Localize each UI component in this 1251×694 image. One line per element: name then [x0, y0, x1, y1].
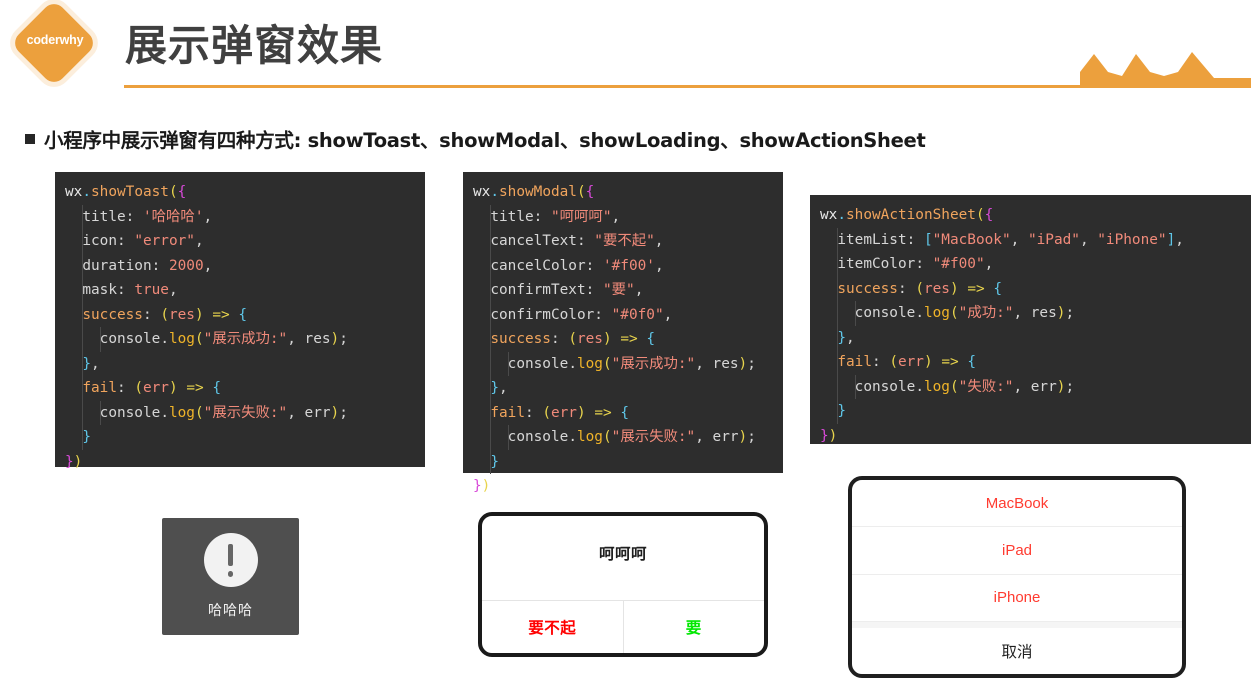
code-line: title: '哈哈哈',	[65, 204, 425, 229]
action-sheet-preview: MacBook iPad iPhone 取消	[848, 476, 1186, 678]
bullet-square-icon	[25, 133, 35, 144]
code-line: }	[820, 399, 1251, 424]
code-line: },	[65, 351, 425, 376]
action-sheet-cancel-button[interactable]: 取消	[852, 628, 1182, 674]
code-line: console.log("展示失败:", err);	[65, 400, 425, 425]
modal-preview: 呵呵呵 要不起 要	[478, 512, 768, 657]
code-line: wx.showActionSheet({	[820, 207, 994, 223]
code-line: console.log("展示成功:", res);	[65, 327, 425, 352]
title-underline	[124, 85, 1144, 88]
code-line: confirmText: "要",	[473, 278, 783, 303]
code-line: console.log("成功:", res);	[820, 301, 1251, 326]
bullet-text: 小程序中展示弹窗有四种方式: showToast、showModal、showL…	[44, 129, 926, 152]
code-line: confirmColor: "#0f0",	[473, 302, 783, 327]
coderwhy-logo-label: coderwhy	[26, 33, 84, 47]
code-line: })	[65, 453, 83, 470]
code-line: cancelText: "要不起",	[473, 229, 783, 254]
code-line: wx.showToast({	[65, 184, 187, 200]
code-line: })	[820, 427, 838, 444]
code-block-show-action-sheet: wx.showActionSheet({ itemList: ["MacBook…	[810, 195, 1251, 444]
code-block-show-modal: wx.showModal({ title: "呵呵呵", cancelText:…	[463, 172, 783, 494]
code-line: console.log("失败:", err);	[820, 374, 1251, 399]
code-line: fail: (err) => {	[65, 376, 425, 401]
code-line: },	[820, 325, 1251, 350]
modal-buttons: 要不起 要	[482, 600, 764, 653]
code-line: duration: 2000,	[65, 253, 425, 278]
bullet-row: 小程序中展示弹窗有四种方式: showToast、showModal、showL…	[25, 124, 926, 153]
code-line: })	[473, 478, 491, 494]
exclamation-bar	[228, 544, 233, 566]
code-line: success: (res) => {	[473, 327, 783, 352]
code-line: wx.showModal({	[473, 184, 595, 200]
mountains-decoration-icon	[1080, 52, 1251, 88]
action-sheet-item-iphone[interactable]: iPhone	[852, 575, 1182, 622]
code-line: success: (res) => {	[820, 276, 1251, 301]
code-line: fail: (err) => {	[473, 400, 783, 425]
page-title: 展示弹窗效果	[125, 21, 384, 70]
toast-preview: 哈哈哈	[162, 518, 299, 635]
action-sheet-item-ipad[interactable]: iPad	[852, 527, 1182, 575]
action-sheet-item-macbook[interactable]: MacBook	[852, 480, 1182, 528]
toast-title: 哈哈哈	[208, 603, 253, 619]
code-line: mask: true,	[65, 278, 425, 303]
code-line: itemColor: "#f00",	[820, 252, 1251, 277]
error-exclamation-icon	[203, 533, 258, 587]
modal-title: 呵呵呵	[598, 545, 647, 563]
code-line: console.log("展示成功:", res);	[473, 351, 783, 376]
code-line: console.log("展示失败:", err);	[473, 425, 783, 450]
code-line: itemList: ["MacBook", "iPad", "iPhone"],	[820, 227, 1251, 252]
code-line: fail: (err) => {	[820, 350, 1251, 375]
modal-body: 呵呵呵	[482, 516, 764, 600]
code-line: success: (res) => {	[65, 302, 425, 327]
modal-cancel-button[interactable]: 要不起	[482, 601, 623, 653]
code-line: cancelColor: '#f00',	[473, 253, 783, 278]
code-line: },	[473, 376, 783, 401]
exclamation-dot	[227, 571, 234, 577]
slide-header: coderwhy 展示弹窗效果	[0, 0, 1251, 100]
code-line: icon: "error",	[65, 229, 425, 254]
code-block-show-toast: wx.showToast({ title: '哈哈哈', icon: "erro…	[55, 172, 425, 470]
code-line: title: "呵呵呵",	[473, 204, 783, 229]
modal-confirm-button[interactable]: 要	[622, 601, 765, 653]
code-line: }	[65, 425, 425, 450]
code-line: }	[473, 449, 783, 474]
